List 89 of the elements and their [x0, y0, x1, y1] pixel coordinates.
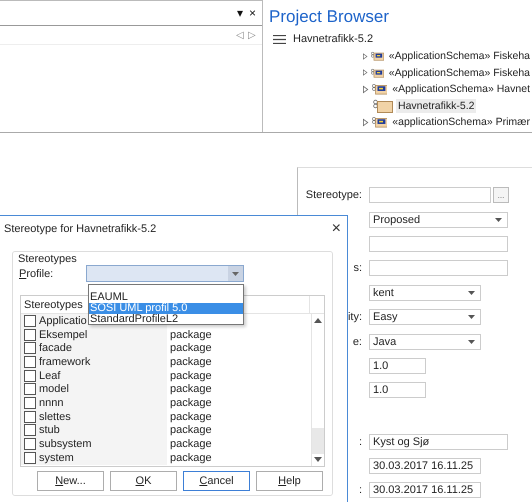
expand-icon[interactable] [363, 52, 368, 61]
package-folder-icon [372, 82, 388, 96]
stereotype-name: Eksempel [39, 328, 88, 341]
checkbox[interactable] [24, 328, 36, 341]
type-cell: package [170, 396, 212, 409]
root-package-label: Havnetrafikk-5.2 [293, 33, 374, 45]
close-button[interactable]: × [248, 6, 256, 20]
checkbox[interactable] [24, 438, 36, 450]
input-field[interactable]: 1.0 [369, 382, 426, 398]
tree-item[interactable]: Havnetrafikk-5.2 [396, 98, 476, 113]
checkbox[interactable] [24, 410, 36, 423]
stereotype-name: stub [39, 424, 60, 436]
expand-icon[interactable] [363, 118, 369, 127]
field-label: : [358, 484, 362, 496]
field-label: s: [353, 262, 362, 274]
input-field[interactable] [369, 260, 508, 276]
tree-item[interactable]: «ApplicationSchema» Fiskeha [386, 49, 532, 64]
dropdown-field[interactable]: Proposed [369, 212, 508, 228]
stereotype-name: Applicatio [39, 314, 87, 327]
input-field[interactable]: 1.0 [369, 358, 426, 374]
caret-icon [468, 290, 475, 295]
caret-icon [468, 340, 475, 344]
dropdown-field[interactable]: Java [369, 334, 481, 350]
dialog-button[interactable]: Help [256, 471, 323, 491]
tree-item[interactable]: «applicationSchema» Primær [390, 115, 532, 130]
menu-icon[interactable] [273, 34, 286, 44]
next-button[interactable]: ▷ [248, 29, 256, 41]
type-cell: package [170, 328, 212, 341]
field-label: ity: [348, 311, 362, 324]
stereotype-name: nnnn [39, 396, 64, 409]
checkbox[interactable] [24, 314, 36, 327]
type-cell: package [170, 383, 212, 396]
tree-item[interactable]: «ApplicationSchema» Havnet [390, 82, 532, 96]
type-cell: package [170, 438, 212, 450]
stereotype-name: model [39, 383, 69, 396]
dropdown-field[interactable]: kent [369, 284, 481, 301]
profile-label: Profile: [19, 268, 54, 280]
caret-icon [232, 272, 239, 276]
dialog-button[interactable]: OK [110, 471, 177, 491]
input-field[interactable]: 30.03.2017 16.11.25 [369, 482, 481, 498]
tree-item[interactable]: «ApplicationSchema» Fiskeha [386, 66, 532, 80]
field-label: : [358, 436, 362, 448]
checkbox[interactable] [24, 383, 36, 396]
type-cell: package [170, 424, 212, 436]
type-cell: package [170, 410, 212, 423]
input-field[interactable] [369, 236, 508, 252]
checkbox[interactable] [24, 424, 36, 436]
group-label: Stereotypes [18, 253, 77, 265]
package-folder-icon [372, 115, 388, 130]
scroll-up-icon[interactable] [314, 318, 322, 323]
panel-title: Project Browser [269, 7, 390, 27]
previous-button[interactable]: ◁ [236, 29, 244, 41]
package-folder-icon [370, 49, 384, 64]
dropdown-option[interactable]: EAUML [89, 292, 243, 303]
browse-button[interactable]: ... [493, 187, 509, 204]
stereotype-name: slettes [39, 410, 71, 423]
stereotype-field[interactable] [369, 187, 491, 204]
type-cell: package [170, 370, 212, 382]
dropdown-field[interactable]: Easy [369, 309, 481, 326]
type-cell: package [170, 342, 212, 354]
expand-icon[interactable] [363, 68, 368, 78]
dialog-button[interactable]: New... [37, 471, 104, 491]
checkbox[interactable] [24, 396, 36, 409]
input-field[interactable]: 30.03.2017 16.11.25 [369, 458, 481, 474]
checkbox[interactable] [24, 370, 36, 382]
stereotype-name: Leaf [39, 370, 60, 382]
field-label: e: [352, 336, 362, 348]
close-button[interactable]: × [332, 220, 341, 238]
dropdown-option[interactable]: StandardProfileL2 [89, 314, 243, 325]
stereotype-name: facade [39, 342, 72, 354]
type-cell: package [170, 356, 212, 368]
caret-icon [468, 315, 475, 320]
dropdown-glyph[interactable]: ▾ [236, 6, 243, 20]
stereotype-name: subsystem [39, 438, 92, 450]
field-label: Stereotype: [306, 189, 362, 202]
scroll-down-icon[interactable] [314, 457, 322, 462]
caret-icon [495, 218, 502, 222]
dialog-button[interactable]: Cancel [183, 471, 250, 491]
checkbox[interactable] [24, 452, 36, 464]
expand-icon[interactable] [363, 84, 368, 94]
folder-icon [373, 98, 393, 113]
stereotype-name: framework [39, 356, 90, 368]
scrollbar[interactable] [311, 314, 324, 466]
checkbox[interactable] [24, 342, 36, 354]
dialog-title: Stereotype for Havnetrafikk-5.2 [4, 223, 156, 235]
stereotype-name: system [39, 452, 74, 464]
type-cell: package [170, 452, 212, 464]
input-field[interactable]: Kyst og Sjø [369, 434, 508, 450]
checkbox[interactable] [24, 356, 36, 368]
